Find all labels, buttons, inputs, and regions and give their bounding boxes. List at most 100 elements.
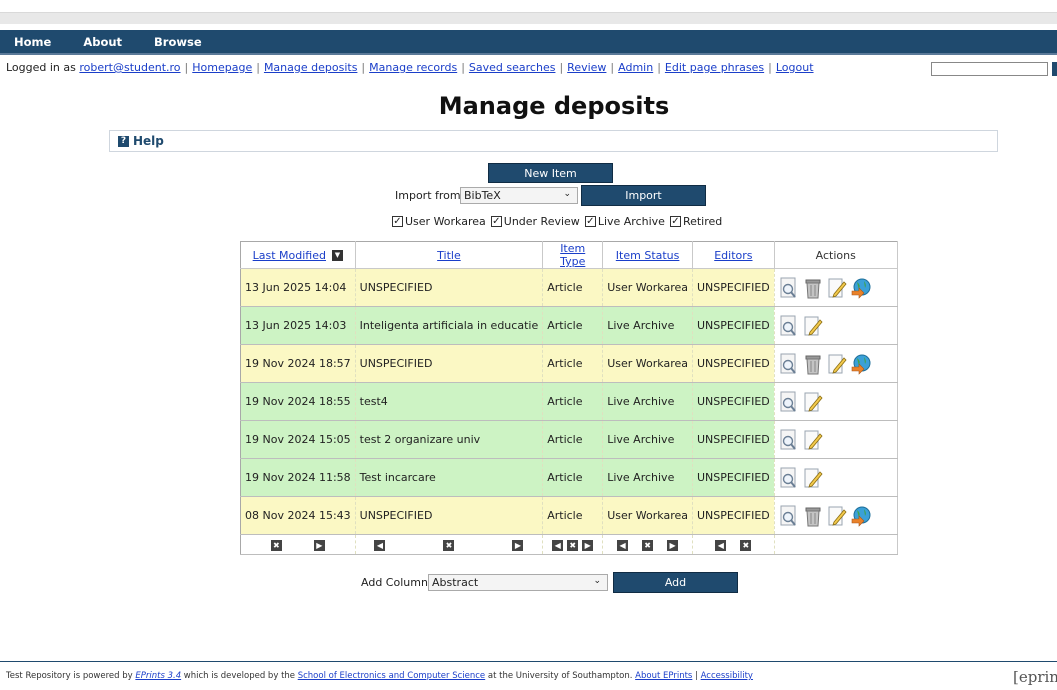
- view-icon[interactable]: [779, 467, 799, 489]
- move-left-icon[interactable]: ◀: [715, 539, 727, 551]
- link-saved-searches[interactable]: Saved searches: [469, 61, 556, 74]
- link-homepage[interactable]: Homepage: [192, 61, 252, 74]
- add-column-button[interactable]: Add: [613, 572, 738, 593]
- move-left-icon[interactable]: ◀: [617, 539, 629, 551]
- eprints-link[interactable]: EPrints 3.4: [135, 671, 181, 681]
- filter-live-archive[interactable]: ✓ Live Archive: [584, 215, 665, 228]
- cell-modified: 08 Nov 2024 15:43: [240, 496, 356, 535]
- deposit-globe-icon[interactable]: [851, 353, 871, 375]
- edit-icon[interactable]: [803, 315, 823, 337]
- cell-type: Article: [542, 420, 604, 459]
- cell-editors: UNSPECIFIED: [692, 344, 775, 383]
- user-link[interactable]: robert@student.ro: [79, 61, 180, 74]
- new-item-button[interactable]: New Item: [488, 163, 613, 183]
- cell-title: UNSPECIFIED: [355, 496, 544, 535]
- link-logout[interactable]: Logout: [776, 61, 814, 74]
- help-box[interactable]: ? Help: [109, 130, 998, 152]
- cell-modified: 13 Jun 2025 14:04: [240, 268, 356, 307]
- about-eprints-link[interactable]: About EPrints: [635, 671, 692, 681]
- checkbox-checked-icon[interactable]: ✓: [669, 216, 681, 227]
- cell-modified: 19 Nov 2024 18:55: [240, 382, 356, 421]
- link-review[interactable]: Review: [567, 61, 606, 74]
- remove-column-icon[interactable]: ✖: [642, 539, 654, 551]
- cell-status: Live Archive: [602, 420, 693, 459]
- view-icon[interactable]: [779, 391, 799, 413]
- remove-column-icon[interactable]: ✖: [740, 539, 752, 551]
- cell-type: Article: [542, 458, 604, 497]
- link-manage-deposits[interactable]: Manage deposits: [264, 61, 357, 74]
- header-title[interactable]: Title: [355, 241, 544, 269]
- cell-modified: 19 Nov 2024 11:58: [240, 458, 356, 497]
- trash-icon[interactable]: [803, 505, 823, 527]
- remove-column-icon[interactable]: ✖: [270, 539, 282, 551]
- cell-type: Article: [542, 496, 604, 535]
- checkbox-checked-icon[interactable]: ✓: [584, 216, 596, 227]
- deposit-globe-icon[interactable]: [851, 505, 871, 527]
- cell-title: test4: [355, 382, 544, 421]
- move-left-icon[interactable]: ◀: [552, 539, 564, 551]
- nav-home[interactable]: Home: [14, 35, 51, 49]
- edit-icon[interactable]: [803, 391, 823, 413]
- column-controls-row: ✖ ▶ ◀ ✖ ▶ ◀ ✖ ▶ ◀ ✖ ▶ ◀ ✖: [240, 534, 898, 555]
- trash-icon[interactable]: [803, 353, 823, 375]
- import-select[interactable]: BibTeX ⌄: [460, 187, 578, 204]
- header-item-status[interactable]: Item Status: [602, 241, 693, 269]
- deposit-globe-icon[interactable]: [851, 277, 871, 299]
- table-row: 08 Nov 2024 15:43 UNSPECIFIED Article User …: [240, 496, 898, 535]
- header-item-type[interactable]: Item Type: [542, 241, 604, 269]
- cell-status: Live Archive: [602, 306, 693, 345]
- checkbox-checked-icon[interactable]: ✓: [392, 216, 403, 227]
- ecs-link[interactable]: School of Electronics and Computer Scien…: [298, 671, 485, 681]
- move-right-icon[interactable]: ▶: [667, 539, 679, 551]
- header-editors[interactable]: Editors: [692, 241, 775, 269]
- cell-status: Live Archive: [602, 382, 693, 421]
- link-manage-records[interactable]: Manage records: [369, 61, 457, 74]
- view-icon[interactable]: [779, 353, 799, 375]
- row-actions: [774, 268, 898, 307]
- edit-icon[interactable]: [827, 353, 847, 375]
- chevron-down-icon: ⌄: [563, 189, 571, 199]
- link-admin[interactable]: Admin: [618, 61, 653, 74]
- move-right-icon[interactable]: ▶: [582, 539, 594, 551]
- link-edit-page-phrases[interactable]: Edit page phrases: [665, 61, 764, 74]
- trash-icon[interactable]: [803, 277, 823, 299]
- nav-about[interactable]: About: [83, 35, 122, 49]
- filter-retired[interactable]: ✓ Retired: [669, 215, 722, 228]
- view-icon[interactable]: [779, 315, 799, 337]
- table-header-row: Last Modified ▼ Title Item Type Item Stat…: [240, 241, 898, 269]
- chevron-down-icon: ⌄: [593, 576, 601, 586]
- cell-title: Test incarcare: [355, 458, 544, 497]
- sort-desc-icon[interactable]: ▼: [332, 250, 343, 261]
- search-button[interactable]: [1052, 62, 1057, 76]
- header-last-modified[interactable]: Last Modified ▼: [240, 241, 356, 269]
- cell-type: Article: [542, 344, 604, 383]
- filter-user-workarea[interactable]: ✓ User Workarea: [392, 215, 486, 228]
- cell-title: Inteligenta artificiala in educatie: [355, 306, 544, 345]
- edit-icon[interactable]: [803, 467, 823, 489]
- row-actions: [774, 458, 898, 497]
- accessibility-link[interactable]: Accessibility: [701, 671, 753, 681]
- add-column-select[interactable]: Abstract ⌄: [428, 574, 608, 591]
- remove-column-icon[interactable]: ✖: [567, 539, 579, 551]
- remove-column-icon[interactable]: ✖: [443, 539, 455, 551]
- col-controls: ◀ ✖: [692, 534, 775, 555]
- view-icon[interactable]: [779, 429, 799, 451]
- cell-status: User Workarea: [602, 496, 693, 535]
- checkbox-checked-icon[interactable]: ✓: [490, 216, 502, 227]
- help-label: Help: [133, 134, 164, 148]
- edit-icon[interactable]: [803, 429, 823, 451]
- edit-icon[interactable]: [827, 505, 847, 527]
- table-row: 13 Jun 2025 14:03 Inteligenta artificiala…: [240, 306, 898, 345]
- move-right-icon[interactable]: ▶: [512, 539, 524, 551]
- filter-under-review[interactable]: ✓ Under Review: [490, 215, 580, 228]
- nav-browse[interactable]: Browse: [154, 35, 202, 49]
- cell-status: User Workarea: [602, 268, 693, 307]
- move-left-icon[interactable]: ◀: [374, 539, 386, 551]
- search-input[interactable]: [931, 62, 1048, 76]
- view-icon[interactable]: [779, 505, 799, 527]
- edit-icon[interactable]: [827, 277, 847, 299]
- view-icon[interactable]: [779, 277, 799, 299]
- cell-editors: UNSPECIFIED: [692, 496, 775, 535]
- import-button[interactable]: Import: [581, 185, 706, 206]
- move-right-icon[interactable]: ▶: [313, 539, 325, 551]
